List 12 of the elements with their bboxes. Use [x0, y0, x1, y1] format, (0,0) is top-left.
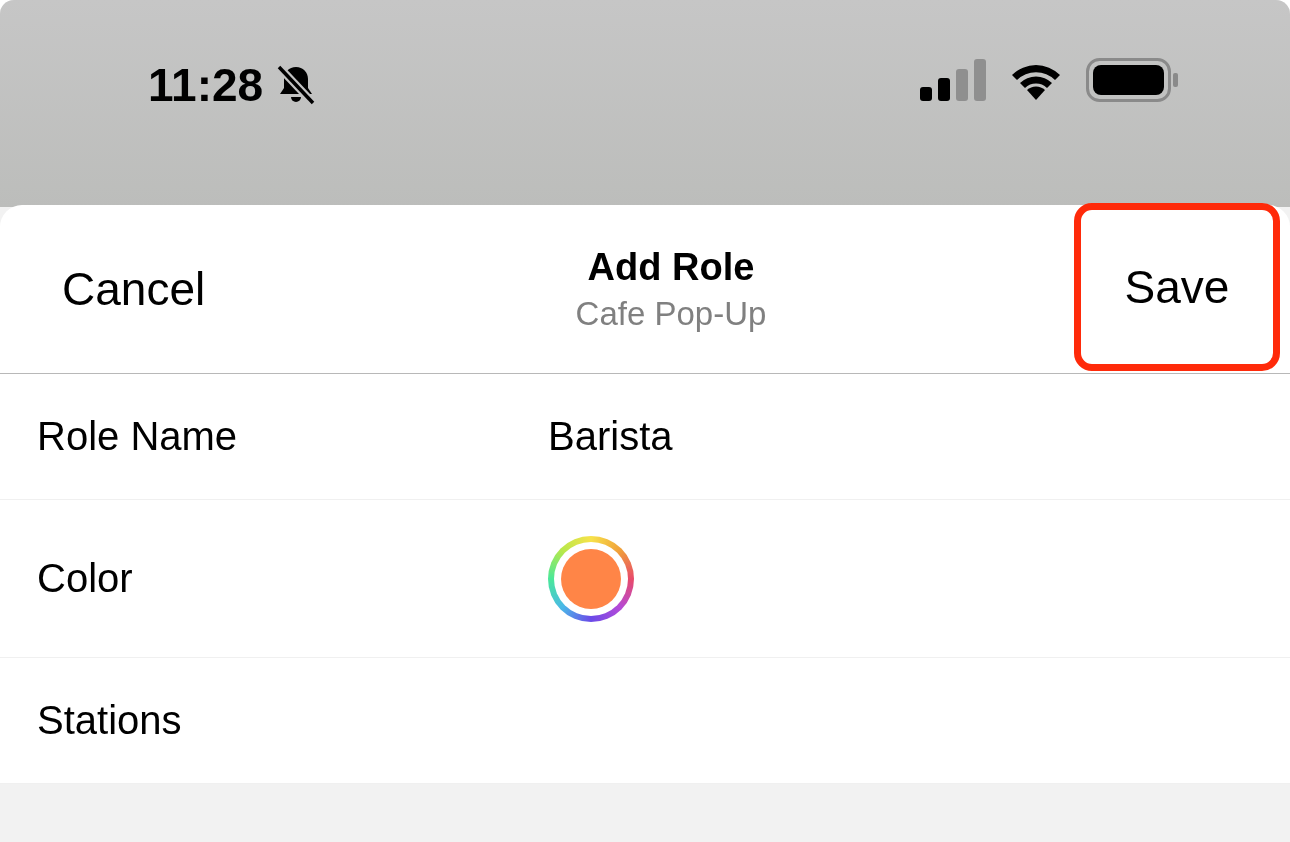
sheet-subtitle: Cafe Pop-Up — [575, 294, 767, 333]
status-time: 11:28 — [148, 58, 264, 112]
row-label: Stations — [37, 698, 183, 743]
save-button[interactable]: Save — [1074, 203, 1280, 371]
sheet-title: Add Role — [587, 245, 755, 289]
signal-icon — [920, 59, 986, 101]
cancel-button[interactable]: Cancel — [62, 262, 206, 316]
row-label: Color — [37, 556, 134, 601]
battery-icon — [1086, 58, 1178, 102]
role-name-value[interactable]: Barista — [548, 414, 1290, 459]
row-label: Role Name — [37, 414, 239, 459]
muted-bell-icon — [275, 63, 318, 107]
